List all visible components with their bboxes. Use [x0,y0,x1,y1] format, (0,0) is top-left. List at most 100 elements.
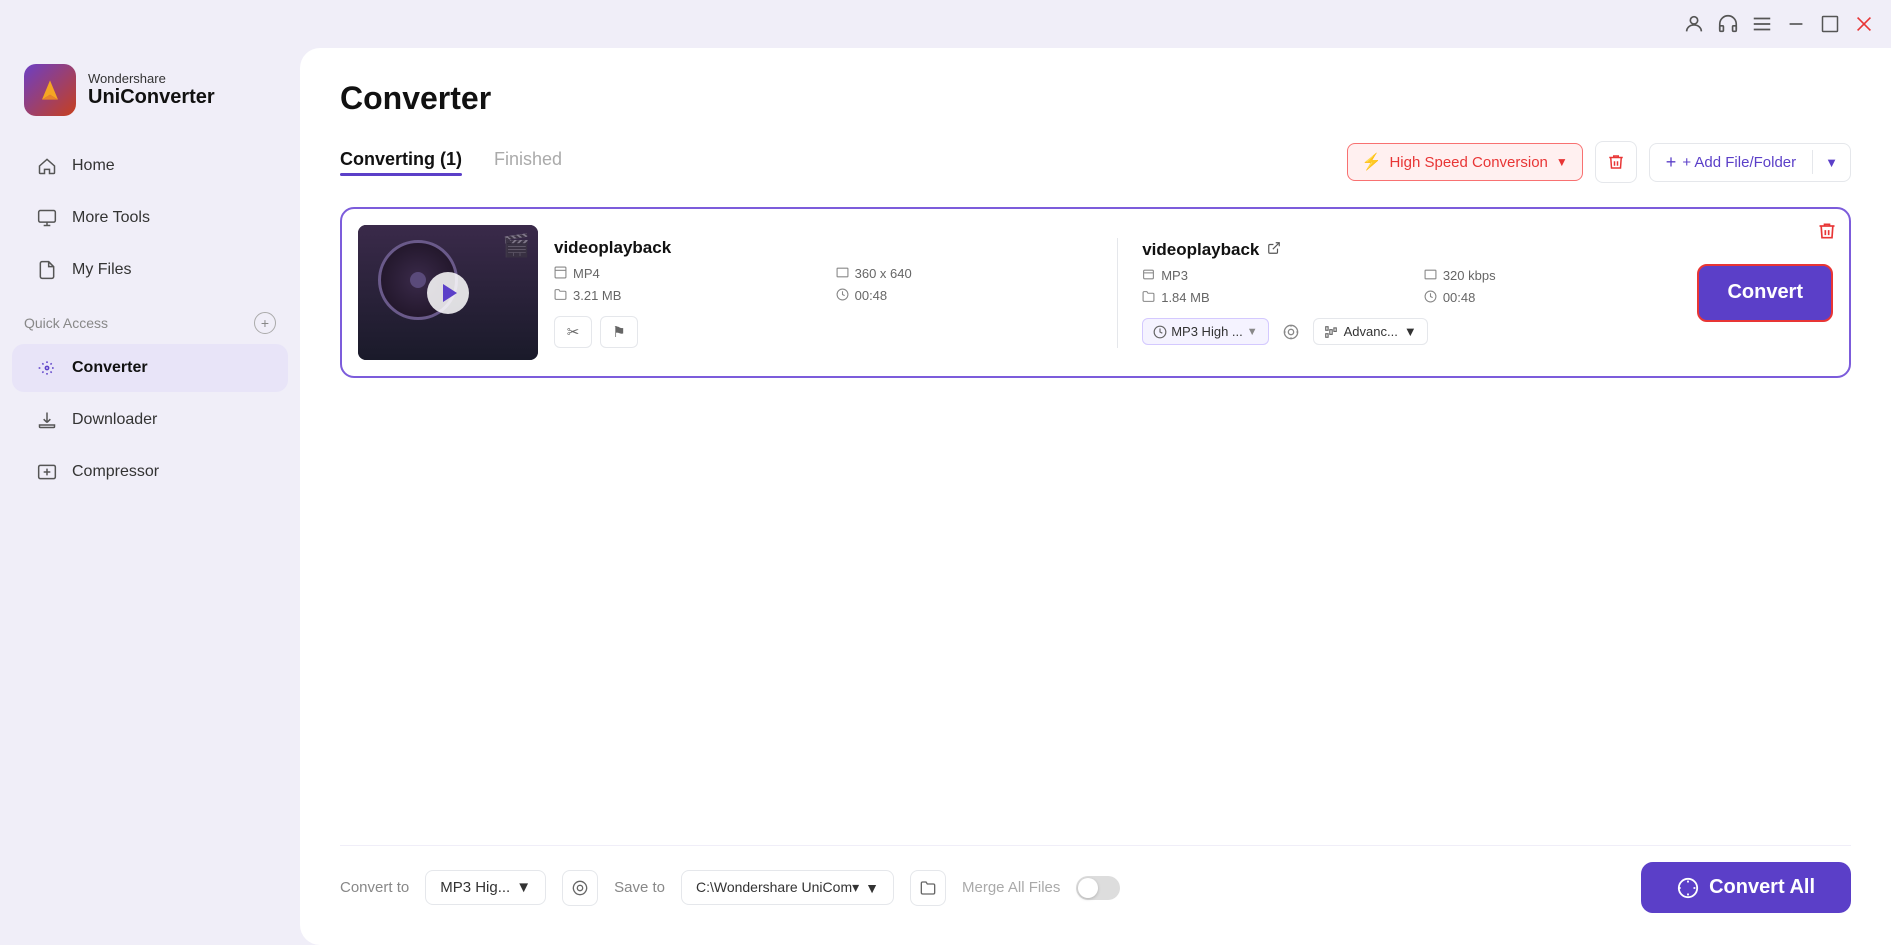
source-resolution: 360 x 640 [855,266,912,281]
sidebar-item-my-files[interactable]: My Files [12,246,288,294]
output-format-item: MP3 [1142,268,1400,284]
output-filename: videoplayback [1142,240,1259,260]
output-format-row: MP3 High ... ▼ Advanc... ▼ [1142,318,1681,346]
sidebar-item-converter-label: Converter [72,359,148,377]
delete-all-button[interactable] [1595,141,1637,183]
folder-browse-button[interactable] [910,870,946,906]
files-icon [36,259,58,281]
high-speed-label: High Speed Conversion [1389,154,1547,171]
sidebar-item-home[interactable]: Home [12,142,288,190]
external-link-icon[interactable] [1267,241,1281,259]
save-path-dropdown[interactable]: C:\Wondershare UniCom▾ ▼ [681,870,894,905]
bottom-format-chevron-icon: ▼ [516,879,531,896]
save-path-chevron-icon: ▼ [865,880,879,896]
clock-icon [836,288,849,304]
headset-icon[interactable] [1717,13,1739,35]
compressor-icon [36,461,58,483]
logo-product: UniConverter [88,86,215,109]
play-button[interactable] [427,272,469,314]
bottom-bar: Convert to MP3 Hig... ▼ Save to C:\Wonde… [340,845,1851,913]
bottom-target-icon[interactable] [562,870,598,906]
source-size-item: 3.21 MB [554,288,812,304]
quality-dropdown[interactable]: MP3 High ... ▼ [1142,318,1268,345]
sidebar-item-converter[interactable]: Converter [12,344,288,392]
quick-access-plus-button[interactable]: + [254,312,276,334]
sidebar-item-more-tools[interactable]: More Tools [12,194,288,242]
bitrate-icon [1424,268,1437,284]
sidebar-item-my-files-label: My Files [72,261,132,279]
quick-access-section: Quick Access + [0,296,300,342]
minimize-icon[interactable] [1785,13,1807,35]
titlebar [0,0,1891,48]
tabs-toolbar: Converting (1) Finished ⚡ High Speed Con… [340,141,1851,183]
file-info-source: videoplayback MP4 [554,238,1118,348]
plus-icon: + [1666,152,1677,173]
source-duration-item: 00:48 [836,288,1094,304]
source-format: MP4 [573,266,600,281]
sidebar-item-home-label: Home [72,157,115,175]
output-bitrate: 320 kbps [1443,268,1496,283]
trim-button[interactable]: ✂ [554,316,592,348]
high-speed-button[interactable]: ⚡ High Speed Conversion ▼ [1347,143,1583,181]
file-info-output: videoplayback MP3 [1134,240,1681,346]
convert-button[interactable]: Convert [1697,264,1833,322]
sidebar-item-compressor[interactable]: Compressor [12,448,288,496]
bottom-format-label: MP3 Hig... [440,879,510,896]
sidebar-item-more-tools-label: More Tools [72,209,150,227]
sidebar-item-downloader[interactable]: Downloader [12,396,288,444]
logo-text: Wondershare UniConverter [88,71,215,109]
chevron-down-icon: ▼ [1556,155,1568,169]
downloader-icon [36,409,58,431]
output-size: 1.84 MB [1161,290,1209,305]
advanced-label: Advanc... [1344,324,1398,339]
convert-all-button[interactable]: Convert All [1641,862,1851,913]
audio-icon [1142,268,1155,284]
merge-toggle[interactable] [1076,876,1120,900]
source-format-item: MP4 [554,266,812,282]
tabs: Converting (1) Finished [340,149,562,176]
add-file-chevron-icon[interactable]: ▼ [1813,147,1850,178]
sidebar-item-downloader-label: Downloader [72,411,157,429]
sidebar-item-compressor-label: Compressor [72,463,159,481]
home-icon [36,155,58,177]
source-duration: 00:48 [855,288,888,303]
resolution-icon [836,266,849,282]
output-size-item: 1.84 MB [1142,290,1400,306]
output-duration-item: 00:48 [1424,290,1682,306]
output-clock-icon [1424,290,1437,306]
output-folder-icon [1142,290,1155,306]
film-icon: 🎬 [503,233,530,259]
convert-to-label: Convert to [340,879,409,896]
output-duration: 00:48 [1443,290,1476,305]
close-icon[interactable] [1853,13,1875,35]
add-file-button[interactable]: + + Add File/Folder ▼ [1649,143,1851,182]
target-icon[interactable] [1277,318,1305,346]
tab-converting[interactable]: Converting (1) [340,149,462,176]
menu-icon[interactable] [1751,13,1773,35]
save-path-text: C:\Wondershare UniCom▾ [696,879,859,896]
quality-chevron-icon: ▼ [1247,326,1258,338]
file-thumbnail[interactable]: 🎬 [358,225,538,360]
thumbnail-record-inner [410,272,426,288]
merge-label: Merge All Files [962,879,1060,896]
page-title: Converter [340,80,1851,117]
advanced-chevron-icon: ▼ [1404,324,1417,339]
source-size: 3.21 MB [573,288,621,303]
file-actions: ✂ ⚑ [554,316,1093,348]
output-bitrate-item: 320 kbps [1424,268,1682,284]
user-icon[interactable] [1683,13,1705,35]
convert-all-label: Convert All [1709,876,1815,899]
flag-button[interactable]: ⚑ [600,316,638,348]
add-file-main[interactable]: + + Add File/Folder [1650,144,1812,181]
maximize-icon[interactable] [1819,13,1841,35]
card-delete-button[interactable] [1817,221,1837,247]
tab-finished[interactable]: Finished [494,149,562,176]
tools-icon [36,207,58,229]
play-triangle-icon [443,284,457,302]
output-format: MP3 [1161,268,1188,283]
bottom-format-dropdown[interactable]: MP3 Hig... ▼ [425,870,546,905]
add-file-label: + Add File/Folder [1682,154,1796,171]
advanced-dropdown[interactable]: Advanc... ▼ [1313,318,1428,345]
sidebar: Wondershare UniConverter Home More Tools [0,48,300,945]
converter-icon [36,357,58,379]
